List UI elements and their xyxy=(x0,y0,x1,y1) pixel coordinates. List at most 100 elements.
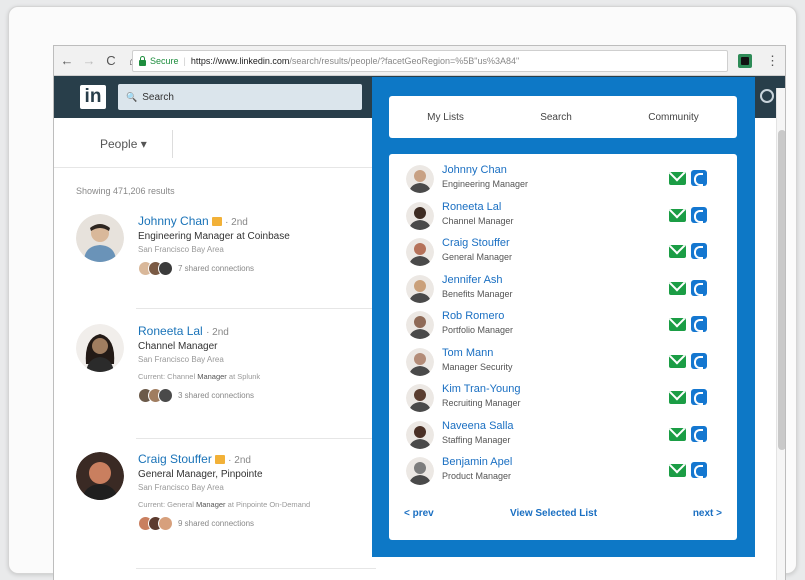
view-selected-list-button[interactable]: View Selected List xyxy=(510,508,597,519)
contact-avatar[interactable] xyxy=(406,457,434,485)
contact-avatar[interactable] xyxy=(406,238,434,266)
phone-icon[interactable] xyxy=(691,206,707,223)
phone-icon[interactable] xyxy=(691,425,707,442)
contact-row[interactable]: Rob Romero Portfolio Manager xyxy=(406,308,722,342)
secure-label: Secure xyxy=(150,56,179,66)
prev-button[interactable]: < prev xyxy=(404,508,434,519)
avatar[interactable] xyxy=(76,452,124,500)
tab-search[interactable]: Search xyxy=(540,112,572,123)
shared-connection-avatars xyxy=(138,261,173,276)
tab-my-lists[interactable]: My Lists xyxy=(427,112,464,123)
contact-row[interactable]: Johnny Chan Engineering Manager xyxy=(406,162,722,196)
contact-role: Engineering Manager xyxy=(442,179,529,189)
contact-name-link[interactable]: Jennifer Ash xyxy=(442,274,503,286)
contact-name-link[interactable]: Tom Mann xyxy=(442,347,493,359)
forward-button[interactable]: → xyxy=(80,53,98,68)
contact-name-link[interactable]: Kim Tran-Young xyxy=(442,383,520,395)
address-separator: | xyxy=(183,56,186,66)
contact-name-link[interactable]: Roneeta Lal xyxy=(442,201,501,213)
lock-icon xyxy=(139,55,146,66)
contact-name-link[interactable]: Johnny Chan xyxy=(442,164,507,176)
back-button[interactable]: ← xyxy=(58,53,76,68)
shared-connection-avatars xyxy=(138,388,173,403)
phone-icon[interactable] xyxy=(691,462,707,478)
email-icon[interactable] xyxy=(669,427,686,441)
contact-avatar[interactable] xyxy=(406,420,434,449)
mini-avatar xyxy=(158,261,173,276)
result-title: General Manager, Pinpointe xyxy=(138,469,263,480)
contact-row[interactable]: Kim Tran-Young Recruiting Manager xyxy=(406,381,722,415)
shared-connections-text: 9 shared connections xyxy=(178,519,255,528)
result-name-link[interactable]: Craig Stouffer xyxy=(138,452,212,466)
url-host: https://www.linkedin.com xyxy=(190,56,290,66)
contact-name-link[interactable]: Rob Romero xyxy=(442,310,504,322)
email-icon[interactable] xyxy=(669,318,686,331)
result-title: Channel Manager xyxy=(138,341,218,352)
avatar[interactable] xyxy=(76,324,124,372)
header-menu-icon[interactable] xyxy=(760,89,774,103)
email-icon[interactable] xyxy=(669,172,686,185)
email-icon[interactable] xyxy=(669,464,686,477)
contact-avatar[interactable] xyxy=(406,165,434,193)
linkedin-logo[interactable]: in xyxy=(80,85,106,109)
current-position: Current: Channel Manager at Splunk xyxy=(138,372,261,381)
shared-connection-avatars xyxy=(138,516,173,531)
shared-connections[interactable]: 3 shared connections xyxy=(138,388,378,403)
contact-list: Johnny Chan Engineering Manager Roneeta La… xyxy=(389,154,737,540)
phone-icon[interactable] xyxy=(691,352,707,369)
extension-icon[interactable] xyxy=(738,54,752,68)
phone-icon[interactable] xyxy=(691,389,707,405)
shared-connections-text: 3 shared connections xyxy=(178,391,255,400)
result-divider xyxy=(136,308,376,309)
filter-divider xyxy=(172,130,173,158)
phone-icon[interactable] xyxy=(691,316,707,332)
contact-row[interactable]: Naveena Salla Staffing Manager xyxy=(406,418,722,452)
browser-toolbar: ← → C ⌂ Secure | https://www.linkedin.co… xyxy=(54,46,785,76)
shared-connections-text: 7 shared connections xyxy=(178,264,255,273)
panel-tabs: My Lists Search Community xyxy=(389,96,737,138)
result-location: San Francisco Bay Area xyxy=(138,355,224,364)
email-icon[interactable] xyxy=(669,391,686,404)
contact-avatar[interactable] xyxy=(406,201,434,230)
contact-avatar[interactable] xyxy=(406,384,434,412)
contact-row[interactable]: Roneeta Lal Channel Manager xyxy=(406,199,722,233)
phone-icon[interactable] xyxy=(691,243,707,259)
contact-avatar[interactable] xyxy=(406,347,434,376)
email-icon[interactable] xyxy=(669,245,686,258)
search-placeholder: Search xyxy=(142,91,174,103)
contact-name-link[interactable]: Benjamin Apel xyxy=(442,456,512,468)
connection-degree: · 2nd xyxy=(228,455,251,466)
contact-avatar[interactable] xyxy=(406,311,434,339)
email-icon[interactable] xyxy=(669,208,686,222)
email-icon[interactable] xyxy=(669,281,686,295)
result-name-link[interactable]: Johnny Chan xyxy=(138,214,209,228)
contact-role: Manager Security xyxy=(442,361,513,372)
contact-row[interactable]: Tom Mann Manager Security xyxy=(406,345,722,379)
shared-connections[interactable]: 7 shared connections xyxy=(138,261,378,276)
page-scrollbar[interactable] xyxy=(776,88,785,580)
tab-community[interactable]: Community xyxy=(648,112,699,123)
shared-connections[interactable]: 9 shared connections xyxy=(138,516,378,531)
contact-row[interactable]: Jennifer Ash Benefits Manager xyxy=(406,272,722,306)
contact-row[interactable]: Craig Stouffer General Manager xyxy=(406,235,722,269)
linkedin-search-input[interactable]: 🔍 Search xyxy=(118,84,362,110)
browser-menu-icon[interactable]: ⋮ xyxy=(766,53,779,69)
scrollbar-thumb[interactable] xyxy=(778,130,785,450)
phone-icon[interactable] xyxy=(691,170,707,186)
contact-avatar[interactable] xyxy=(406,274,434,303)
mini-avatar xyxy=(158,516,173,531)
result-name-link[interactable]: Roneeta Lal xyxy=(138,324,203,338)
contact-name-link[interactable]: Naveena Salla xyxy=(442,420,514,432)
result-location: San Francisco Bay Area xyxy=(138,483,224,492)
contact-row[interactable]: Benjamin Apel Product Manager xyxy=(406,454,722,488)
contact-role: General Manager xyxy=(442,252,513,262)
reload-button[interactable]: C xyxy=(102,53,120,68)
email-icon[interactable] xyxy=(669,354,686,368)
avatar[interactable] xyxy=(76,214,124,262)
phone-icon[interactable] xyxy=(691,279,707,296)
address-bar[interactable]: Secure | https://www.linkedin.com /searc… xyxy=(132,50,728,72)
premium-badge-icon xyxy=(211,217,222,226)
contact-name-link[interactable]: Craig Stouffer xyxy=(442,237,510,249)
next-button[interactable]: next > xyxy=(693,508,722,519)
people-filter-dropdown[interactable]: People ▾ xyxy=(100,137,147,151)
